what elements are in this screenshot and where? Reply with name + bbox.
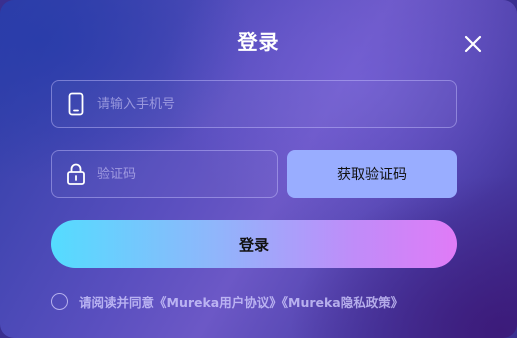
agreement-checkbox[interactable]: [51, 292, 68, 310]
phone-icon: [66, 92, 86, 116]
privacy-policy-link[interactable]: 《Mureka隐私政策》: [282, 295, 403, 310]
dialog-title: 登录: [237, 30, 280, 54]
agreement-row: 请阅读并同意《Mureka用户协议》《Mureka隐私政策》: [51, 291, 403, 311]
verification-code-input[interactable]: [97, 151, 267, 197]
phone-input[interactable]: [97, 81, 446, 127]
lock-icon: [66, 162, 86, 186]
user-agreement-link[interactable]: 《Mureka用户协议》: [154, 295, 282, 310]
close-icon[interactable]: [462, 33, 484, 55]
login-button[interactable]: 登录: [51, 220, 457, 268]
verification-code-field[interactable]: [51, 150, 278, 198]
login-dialog: 登录 获取验证码 登录 请阅读并同意《Mureka用户协议》《Mu: [0, 0, 517, 338]
agreement-prefix: 请阅读并同意: [79, 294, 155, 310]
agreement-text: 请阅读并同意《Mureka用户协议》《Mureka隐私政策》: [79, 292, 403, 311]
phone-field[interactable]: [51, 80, 457, 128]
get-code-button[interactable]: 获取验证码: [287, 150, 457, 198]
